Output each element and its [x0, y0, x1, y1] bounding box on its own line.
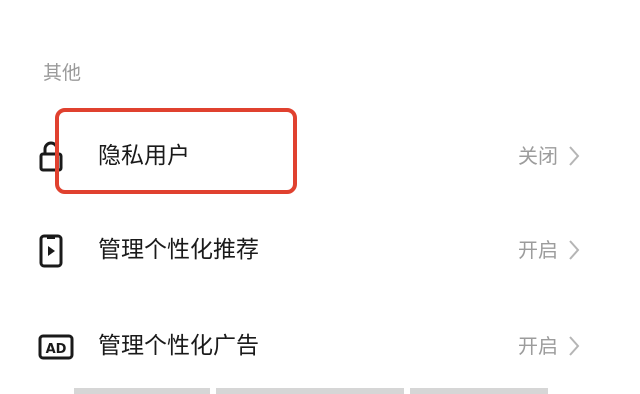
personalized-ads-row[interactable]: AD 管理个性化广告 开启: [0, 308, 640, 388]
chevron-right-icon: [569, 240, 580, 260]
settings-page: 其他 隐私用户 关闭 管理个性化推荐 开启 AD 管理个性化广告 开启: [0, 0, 640, 394]
personalized-recommendations-value: 开启: [518, 238, 558, 262]
personalized-ads-value: 开启: [518, 334, 558, 358]
svg-text:AD: AD: [46, 342, 67, 357]
bottom-divider: [216, 388, 404, 394]
bottom-divider: [74, 388, 210, 394]
bottom-divider: [410, 388, 548, 394]
phone-play-icon: [39, 234, 63, 268]
ad-icon: AD: [38, 334, 74, 360]
lock-icon: [39, 141, 63, 172]
chevron-right-icon: [569, 146, 580, 166]
privacy-users-value: 关闭: [518, 144, 558, 168]
privacy-users-row[interactable]: 隐私用户 关闭: [0, 116, 640, 196]
section-title: 其他: [43, 62, 82, 84]
personalized-recommendations-label: 管理个性化推荐: [98, 237, 259, 263]
personalized-recommendations-row[interactable]: 管理个性化推荐 开启: [0, 212, 640, 292]
chevron-right-icon: [569, 336, 580, 356]
privacy-users-label: 隐私用户: [98, 143, 190, 169]
personalized-ads-label: 管理个性化广告: [98, 333, 259, 359]
